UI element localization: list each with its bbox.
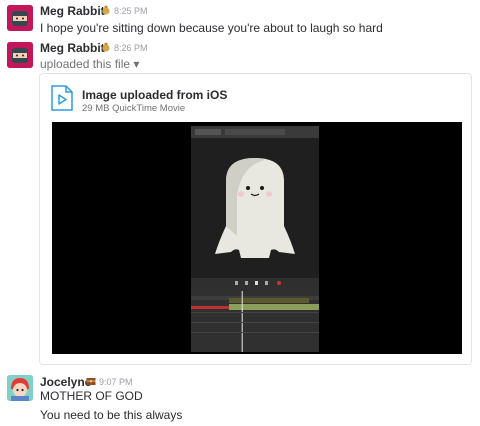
message-3: Jocelyne 9:07 PM MOTHER OF GOD You need … bbox=[0, 370, 480, 426]
video-file-icon bbox=[51, 85, 73, 111]
file-title[interactable]: Image uploaded from iOS bbox=[82, 88, 227, 102]
money-bag-icon bbox=[102, 42, 110, 52]
message-timestamp[interactable]: 9:07 PM bbox=[99, 377, 133, 387]
message-author[interactable]: Meg Rabbit bbox=[40, 4, 105, 18]
message-author[interactable]: Meg Rabbit bbox=[40, 41, 105, 55]
message-timestamp[interactable]: 8:26 PM bbox=[114, 43, 148, 53]
video-frame-image bbox=[191, 126, 319, 352]
uploaded-file-menu[interactable]: uploaded this file ▾ bbox=[40, 57, 139, 71]
avatar[interactable] bbox=[7, 5, 33, 31]
avatar[interactable] bbox=[7, 375, 33, 401]
avatar[interactable] bbox=[7, 42, 33, 68]
video-preview[interactable] bbox=[52, 122, 462, 354]
money-bag-icon bbox=[102, 5, 110, 15]
treasure-chest-icon bbox=[86, 378, 96, 385]
avatar-character-image bbox=[7, 375, 33, 401]
message-text: I hope you're sitting down because you'r… bbox=[40, 21, 383, 35]
message-author[interactable]: Jocelyne bbox=[40, 375, 91, 389]
file-attachment-card[interactable]: Image uploaded from iOS 29 MB QuickTime … bbox=[39, 73, 472, 365]
file-meta: 29 MB QuickTime Movie bbox=[82, 103, 186, 114]
message-1: Meg Rabbit 8:25 PM I hope you're sitting… bbox=[0, 0, 480, 38]
message-timestamp[interactable]: 8:25 PM bbox=[114, 6, 148, 16]
avatar-ninja-image bbox=[7, 42, 33, 68]
message-text: MOTHER OF GOD bbox=[40, 389, 143, 403]
avatar-ninja-image bbox=[7, 5, 33, 31]
video-frame bbox=[191, 126, 319, 352]
message-text: You need to be this always bbox=[40, 408, 183, 422]
